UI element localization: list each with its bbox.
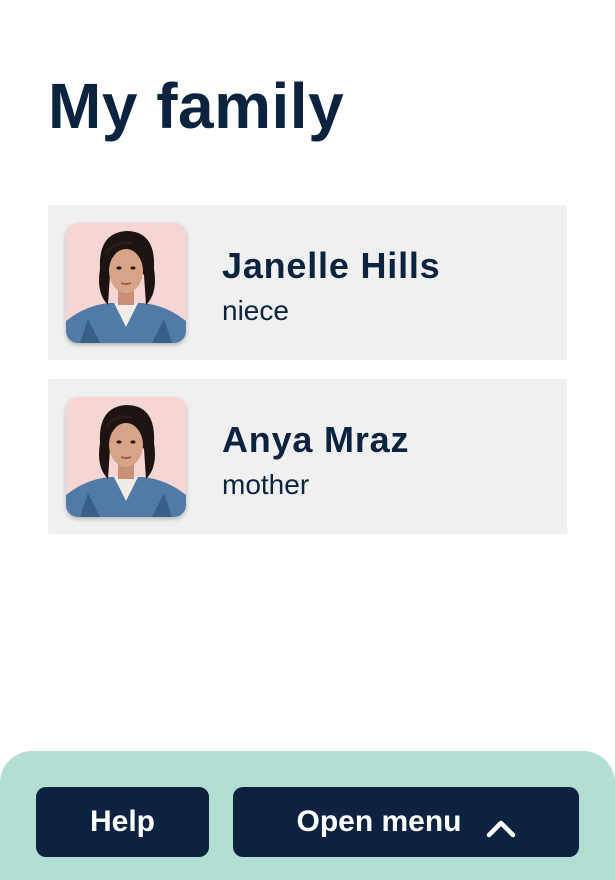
- avatar: [66, 223, 186, 343]
- family-member-list: Janelle Hills niece Anya Mraz mother: [48, 205, 567, 553]
- help-button-label: Help: [89, 805, 155, 838]
- member-name: Anya Mraz: [222, 419, 410, 460]
- avatar: [66, 397, 186, 517]
- bottom-action-bar: Help Open menu: [0, 751, 615, 880]
- family-member-card[interactable]: Anya Mraz mother: [48, 379, 567, 534]
- member-relation: niece: [222, 295, 289, 326]
- help-button[interactable]: Help: [36, 787, 209, 857]
- family-member-card[interactable]: Janelle Hills niece: [48, 205, 567, 360]
- page-title: My family: [48, 70, 345, 142]
- chevron-up-icon: [486, 812, 516, 838]
- member-relation: mother: [222, 469, 310, 500]
- member-name: Janelle Hills: [222, 245, 441, 286]
- open-menu-button-label: Open menu: [296, 805, 462, 838]
- family-page: My family Janelle Hills niece Anya Mraz …: [0, 0, 615, 880]
- open-menu-button[interactable]: Open menu: [233, 787, 579, 857]
